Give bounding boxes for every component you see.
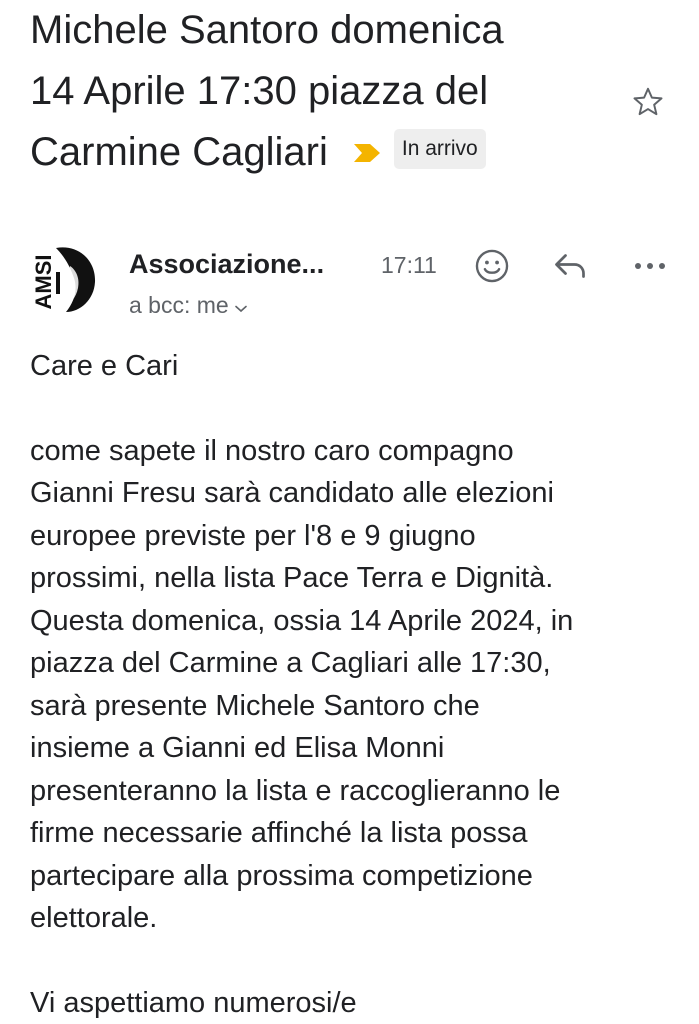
recipients-toggle[interactable]: a bcc: me	[129, 288, 247, 322]
reply-icon[interactable]	[550, 246, 590, 286]
body-line: prossimi, nella lista Pace Terra e Digni…	[30, 562, 554, 594]
body-line: insieme a Gianni ed Elisa Monni	[30, 732, 445, 764]
body-line: come sapete il nostro caro compagno	[30, 434, 514, 467]
body-line: firme necessarie affinché la lista possa	[30, 817, 528, 849]
subject-line-3: Carmine Cagliari	[30, 130, 328, 174]
subject-line-3-row: Carmine Cagliari In arrivo	[30, 122, 610, 183]
more-options-icon[interactable]	[630, 246, 670, 286]
chevron-down-icon	[234, 288, 247, 322]
subject-line-1: Michele Santoro domenica	[30, 8, 504, 52]
inbox-label-chip[interactable]: In arrivo	[393, 128, 486, 169]
body-closing: Vi aspettiamo numerosi/e	[30, 986, 357, 1019]
sender-avatar[interactable]: AMSI	[26, 242, 100, 316]
importance-marker-icon[interactable]	[352, 142, 382, 164]
email-view: Michele Santoro domenica 14 Aprile 17:30…	[0, 0, 699, 1024]
emoji-reaction-icon[interactable]	[472, 246, 512, 286]
body-greeting: Care e Cari	[30, 350, 179, 382]
star-icon[interactable]	[630, 84, 666, 120]
sender-name[interactable]: Associazione...	[129, 245, 324, 283]
body-line: Questa domenica, ossia 14 Aprile 2024, i…	[30, 604, 574, 637]
body-line: piazza del Carmine a Cagliari alle 17:30…	[30, 647, 551, 679]
recipients-text: a bcc: me	[129, 292, 229, 318]
body-line: europee previste per l'8 e 9 giugno	[30, 519, 476, 552]
subject-line-2: 14 Aprile 17:30 piazza del	[30, 69, 489, 113]
body-line: presenteranno la lista e raccoglieranno …	[30, 774, 561, 807]
body-line: Gianni Fresu sarà candidato alle elezion…	[30, 477, 554, 509]
email-body: Care e Cari come sapete il nostro caro c…	[30, 345, 680, 1024]
body-line: elettorale.	[30, 902, 158, 934]
message-time: 17:11	[381, 252, 437, 278]
avatar-logo-text: AMSI	[31, 255, 56, 310]
body-line: sarà presente Michele Santoro che	[30, 689, 480, 722]
email-subject: Michele Santoro domenica 14 Aprile 17:30…	[30, 0, 610, 183]
body-paragraph: come sapete il nostro caro compagno Gian…	[30, 430, 680, 940]
body-line: partecipare alla prossima competizione	[30, 859, 533, 892]
